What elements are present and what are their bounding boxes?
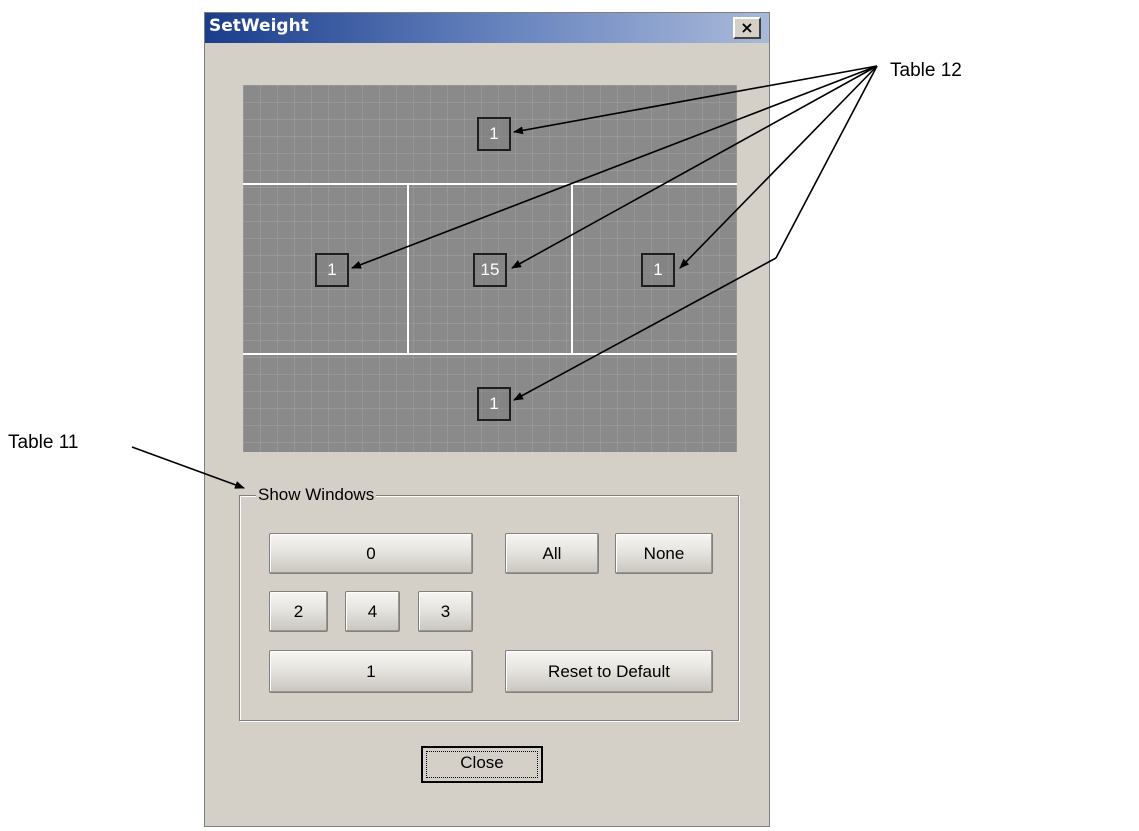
callout-table-11: Table 11 bbox=[8, 432, 79, 453]
callout-table-12: Table 12 bbox=[890, 60, 962, 81]
arrow-line bbox=[131, 446, 245, 489]
arrow-line bbox=[513, 257, 777, 401]
arrow-line bbox=[511, 65, 878, 269]
arrow-line bbox=[351, 65, 878, 269]
callout-arrows bbox=[131, 65, 878, 489]
